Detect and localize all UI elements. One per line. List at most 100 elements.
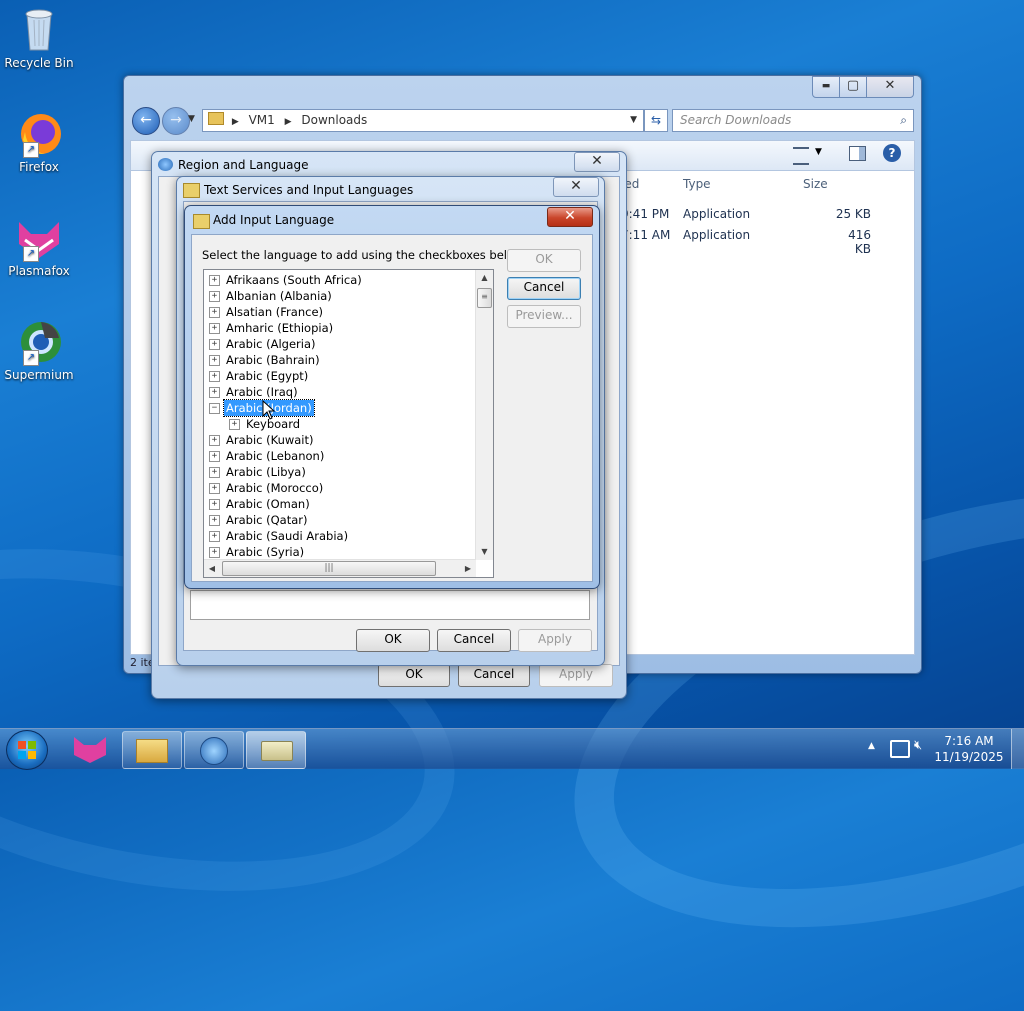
recent-pages-dropdown-icon[interactable]: ▼: [188, 114, 195, 124]
minimize-button[interactable]: ▬: [812, 76, 840, 98]
address-dropdown-icon[interactable]: ▼: [630, 110, 637, 131]
breadcrumb-vm1[interactable]: VM1: [249, 113, 275, 127]
desktop-icon-firefox[interactable]: ↗ Firefox: [4, 110, 74, 174]
expand-icon[interactable]: +: [209, 323, 220, 334]
show-hidden-icons-icon[interactable]: ▲: [868, 741, 875, 751]
horizontal-scrollbar[interactable]: ◀ ||| ▶: [204, 559, 476, 577]
close-button[interactable]: ✕: [547, 207, 593, 227]
expand-icon[interactable]: +: [209, 499, 220, 510]
ok-button[interactable]: OK: [378, 664, 450, 687]
breadcrumb-separator-icon: ▶: [231, 117, 239, 127]
language-tree[interactable]: + Afrikaans (South Africa) + Albanian (Alba…: [203, 269, 494, 578]
ok-button[interactable]: OK: [356, 629, 430, 652]
expand-icon[interactable]: +: [229, 419, 240, 430]
file-type: Application: [683, 207, 751, 221]
breadcrumb-downloads[interactable]: Downloads: [301, 113, 367, 127]
address-bar[interactable]: ▶ VM1 ▶ Downloads ▼: [202, 109, 644, 132]
expand-icon[interactable]: +: [209, 339, 220, 350]
tree-item-label: Albanian (Albania): [226, 289, 332, 303]
dialog-title: Region and Language: [178, 158, 309, 172]
views-dropdown-icon[interactable]: ▼: [815, 147, 822, 157]
scroll-up-icon[interactable]: ▲: [476, 270, 493, 286]
plasmafox-icon: ↗: [15, 214, 63, 262]
back-button[interactable]: ←: [132, 107, 160, 135]
dialog-title: Text Services and Input Languages: [204, 183, 414, 197]
ok-button[interactable]: OK: [507, 249, 581, 272]
desktop-icon-label: Recycle Bin: [4, 56, 74, 70]
expand-icon[interactable]: +: [209, 547, 220, 558]
supermium-icon: ↗: [15, 318, 63, 366]
expand-icon[interactable]: +: [209, 467, 220, 478]
expand-icon[interactable]: +: [209, 515, 220, 526]
tree-item-label: Alsatian (France): [226, 305, 324, 319]
expand-icon[interactable]: +: [209, 371, 220, 382]
apply-button[interactable]: Apply: [539, 664, 613, 687]
volume-muted-icon[interactable]: 🔇︎: [914, 738, 922, 753]
tree-item-label: Arabic (Morocco): [226, 481, 324, 495]
maximize-button[interactable]: ▢: [839, 76, 867, 98]
close-button[interactable]: ✕: [866, 76, 914, 98]
tree-item-label: Arabic (Egypt): [226, 369, 309, 383]
show-desktop-button[interactable]: [1011, 729, 1024, 769]
vertical-scrollbar[interactable]: ▲ ≡ ▼: [475, 270, 493, 560]
scroll-thumb[interactable]: |||: [222, 561, 436, 576]
system-clock[interactable]: 7:16 AM 11/19/2025: [934, 733, 1004, 765]
expand-icon[interactable]: +: [209, 531, 220, 542]
tree-item-label: Arabic (Oman): [226, 497, 310, 511]
clock-time: 7:16 AM: [944, 734, 994, 748]
desktop-icon-label: Firefox: [19, 160, 59, 174]
collapse-icon[interactable]: −: [209, 403, 220, 414]
expand-icon[interactable]: +: [209, 291, 220, 302]
views-icon[interactable]: [793, 147, 809, 165]
apply-button[interactable]: Apply: [518, 629, 592, 652]
scroll-down-icon[interactable]: ▼: [476, 544, 493, 560]
desktop-icon-plasmafox[interactable]: ↗ Plasmafox: [4, 214, 74, 278]
cancel-button[interactable]: Cancel: [437, 629, 511, 652]
expand-icon[interactable]: +: [209, 387, 220, 398]
globe-clock-icon: [200, 737, 228, 765]
cancel-button[interactable]: Cancel: [507, 277, 581, 300]
clock-date: 11/19/2025: [934, 750, 1004, 764]
expand-icon[interactable]: +: [209, 483, 220, 494]
instruction-text: Select the language to add using the che…: [202, 248, 527, 262]
windows-logo-icon: [18, 741, 36, 759]
help-icon[interactable]: ?: [883, 144, 901, 162]
close-button[interactable]: ✕: [553, 177, 599, 197]
expand-icon[interactable]: +: [209, 355, 220, 366]
search-input[interactable]: Search Downloads ⌕: [672, 109, 914, 132]
tree-item-label: Arabic (Saudi Arabia): [226, 529, 349, 543]
forward-button[interactable]: →: [162, 107, 190, 135]
search-icon: ⌕: [900, 113, 907, 127]
taskbar-control-panel[interactable]: [184, 731, 244, 769]
tree-item-label: Arabic (Qatar): [226, 513, 308, 527]
taskbar-explorer[interactable]: [122, 731, 182, 769]
taskbar-plasmafox[interactable]: [66, 731, 114, 767]
start-button[interactable]: [6, 730, 48, 770]
scroll-left-icon[interactable]: ◀: [204, 560, 220, 577]
column-header-type[interactable]: Type: [683, 171, 711, 197]
preview-pane-icon[interactable]: [849, 146, 866, 161]
tree-item-label: Arabic (Iraq): [226, 385, 298, 399]
network-icon[interactable]: [890, 740, 910, 758]
column-header-size[interactable]: Size: [803, 171, 828, 197]
scroll-grip: |||: [324, 563, 334, 573]
breadcrumb-separator-icon: ▶: [284, 117, 292, 127]
scroll-thumb[interactable]: ≡: [477, 288, 492, 308]
expand-icon[interactable]: +: [209, 275, 220, 286]
search-placeholder: Search Downloads: [680, 113, 792, 127]
installed-services-list[interactable]: [190, 590, 590, 620]
desktop-icon-recycle-bin[interactable]: Recycle Bin: [4, 6, 74, 70]
tree-item-label: Arabic (Lebanon): [226, 449, 325, 463]
scroll-right-icon[interactable]: ▶: [460, 560, 476, 577]
expand-icon[interactable]: +: [209, 307, 220, 318]
cancel-button[interactable]: Cancel: [458, 664, 530, 687]
preview-button[interactable]: Preview...: [507, 305, 581, 328]
expand-icon[interactable]: +: [209, 435, 220, 446]
taskbar-text-services[interactable]: [246, 731, 306, 769]
expand-icon[interactable]: +: [209, 451, 220, 462]
close-button[interactable]: ✕: [574, 152, 620, 172]
tree-item-label: Amharic (Ethiopia): [226, 321, 334, 335]
desktop-icon-supermium[interactable]: ↗ Supermium: [4, 318, 74, 382]
refresh-button[interactable]: ⇆: [644, 109, 668, 132]
navigation-bar: ← → ▼ ▶ VM1 ▶ Downloads ▼ ⇆ Search Downl…: [130, 106, 915, 135]
